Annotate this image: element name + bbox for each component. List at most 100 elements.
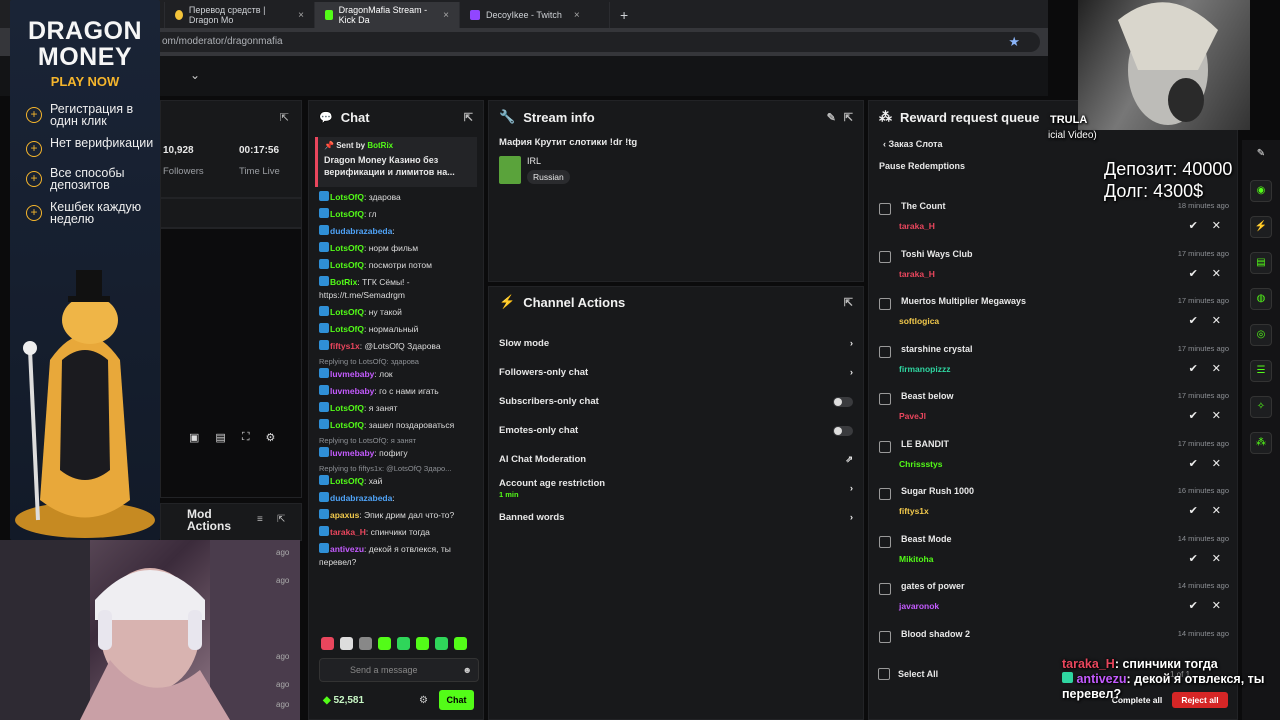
slow-mode-row[interactable]: Slow mode › [489, 329, 863, 358]
chat-message[interactable]: taraka_H: спинчики тогда [309, 524, 483, 541]
close-icon[interactable]: ✕ [1212, 314, 1221, 327]
chat-username[interactable]: fiftys1x [330, 341, 360, 351]
settings-icon[interactable]: ⚙ [266, 431, 276, 444]
banned-words-row[interactable]: Banned words › [489, 503, 863, 532]
tab-dragon-money[interactable]: Перевод средств | Dragon Mo × [165, 2, 315, 28]
chat-username[interactable]: luvmebaby [330, 386, 374, 396]
reward-checkbox[interactable] [879, 298, 891, 310]
check-icon[interactable]: ✔ [1189, 267, 1198, 280]
account-age-row[interactable]: Account age restriction 1 min › [489, 474, 863, 503]
close-icon[interactable]: ✕ [1212, 409, 1221, 422]
picture-in-picture-icon[interactable]: ▣ [189, 431, 199, 444]
fullscreen-icon[interactable]: ⛶ [242, 431, 250, 444]
reward-username[interactable]: Mikitoha [899, 554, 933, 564]
broadcast-icon[interactable]: ◎ [1250, 324, 1272, 346]
chat-username[interactable]: LotsOfQ [330, 324, 364, 334]
chat-icon[interactable]: ◍ [1250, 288, 1272, 310]
chat-message[interactable]: luvmebaby: лок [309, 366, 483, 383]
chat-username[interactable]: antivezu [330, 544, 364, 554]
emote-icon[interactable] [340, 637, 353, 650]
chat-message[interactable]: antivezu: декой я отвлекся, ты перевел? [309, 541, 483, 571]
filter-icon[interactable]: ≡ [257, 514, 263, 525]
chat-message[interactable]: LotsOfQ: гл [309, 206, 483, 223]
reward-username[interactable]: PaveJl [899, 411, 926, 421]
new-tab-button[interactable]: + [610, 2, 638, 28]
reward-checkbox[interactable] [879, 345, 891, 358]
chat-message[interactable]: LotsOfQ: норм фильм [309, 240, 483, 257]
emote-icon[interactable] [321, 637, 334, 650]
reward-username[interactable]: taraka_H [899, 269, 935, 279]
check-icon[interactable]: ✔ [1189, 552, 1198, 565]
chat-message[interactable]: apaxus: Эпик дрим дал что-то? [309, 507, 483, 524]
close-icon[interactable]: × [298, 10, 304, 21]
chat-username[interactable]: BotRix [330, 277, 357, 287]
settings-icon[interactable]: ⚙ [419, 695, 428, 706]
check-icon[interactable]: ✔ [1189, 599, 1198, 612]
popout-icon[interactable]: ⇱ [280, 111, 289, 124]
reward-username[interactable]: Chrissstys [899, 459, 942, 469]
emote-icon[interactable] [435, 637, 448, 650]
chat-username[interactable]: dudabrazabeda [330, 226, 392, 236]
check-icon[interactable]: ✔ [1189, 504, 1198, 517]
chat-message[interactable]: dudabrazabeda: [309, 490, 483, 507]
reward-username[interactable]: firmanopizzz [899, 364, 950, 374]
emote-icon[interactable] [378, 637, 391, 650]
bookmark-star-icon[interactable]: ★ [1008, 32, 1020, 52]
reward-username[interactable]: javaronok [899, 601, 939, 611]
chat-username[interactable]: LotsOfQ [330, 420, 364, 430]
emote-icon[interactable] [454, 637, 467, 650]
emoji-icon[interactable]: ☻ [463, 659, 472, 681]
chat-username[interactable]: LotsOfQ [330, 243, 364, 253]
channel-points[interactable]: ◆ 52,581 [323, 695, 364, 706]
chat-message[interactable]: luvmebaby: го с нами игать [309, 383, 483, 400]
close-icon[interactable]: ✕ [1212, 267, 1221, 280]
chat-username[interactable]: luvmebaby [330, 369, 374, 379]
chat-username[interactable]: LotsOfQ [330, 260, 364, 270]
chat-username[interactable]: taraka_H [330, 527, 366, 537]
edit-icon[interactable]: ✎ [1250, 144, 1272, 166]
chat-username[interactable]: LotsOfQ [330, 476, 364, 486]
chat-message[interactable]: LotsOfQ: ну такой [309, 304, 483, 321]
reward-checkbox[interactable] [879, 583, 891, 595]
pinned-message[interactable]: 📌 Sent by BotRix Dragon Money Казино без… [315, 137, 477, 187]
close-icon[interactable]: ✕ [1212, 504, 1221, 517]
reward-checkbox[interactable] [879, 203, 891, 215]
chat-username[interactable]: LotsOfQ [330, 192, 364, 202]
check-icon[interactable]: ✔ [1189, 219, 1198, 232]
gift-icon[interactable]: ⁂ [1250, 432, 1272, 454]
reward-checkbox[interactable] [879, 440, 891, 453]
chevron-down-icon[interactable]: ⌄ [190, 68, 200, 82]
reward-username[interactable]: fiftys1x [899, 506, 929, 516]
reward-checkbox[interactable] [879, 488, 891, 500]
emote-icon[interactable] [359, 637, 372, 650]
check-icon[interactable]: ✔ [1189, 409, 1198, 422]
close-icon[interactable]: × [574, 10, 580, 21]
send-chat-button[interactable]: Chat [439, 690, 474, 710]
url-field[interactable]: om/moderator/dragonmafia ★ [150, 32, 1040, 52]
edit-icon[interactable]: ✎ [827, 111, 836, 124]
theatre-icon[interactable]: ▤ [215, 431, 225, 444]
subscribers-only-toggle[interactable] [833, 396, 853, 407]
chat-message[interactable]: LotsOfQ: хай [309, 473, 483, 490]
chat-input[interactable]: Send a message ☻ [319, 658, 479, 682]
chat-username[interactable]: luvmebaby [330, 448, 374, 458]
reward-checkbox[interactable] [879, 630, 891, 643]
chat-username[interactable]: LotsOfQ [330, 403, 364, 413]
document-icon[interactable]: ▤ [1250, 252, 1272, 274]
select-all-checkbox[interactable] [878, 668, 890, 680]
reward-username[interactable]: softlogica [899, 316, 939, 326]
camera-icon[interactable]: ◉ [1250, 180, 1272, 202]
reward-checkbox[interactable] [879, 535, 891, 548]
tab-twitch[interactable]: DecoyIkee - Twitch × [460, 2, 610, 28]
chat-username[interactable]: dudabrazabeda [330, 493, 392, 503]
wrench-icon[interactable]: ✧ [1250, 396, 1272, 418]
popout-icon[interactable]: ⇱ [844, 111, 853, 124]
reward-checkbox[interactable] [879, 250, 891, 263]
chat-message[interactable]: LotsOfQ: нормальный [309, 321, 483, 338]
chat-message[interactable]: LotsOfQ: зашел поздароваться [309, 417, 483, 434]
close-icon[interactable]: ✕ [1212, 362, 1221, 375]
check-icon[interactable]: ✔ [1189, 457, 1198, 470]
chat-username[interactable]: LotsOfQ [330, 209, 364, 219]
popout-icon[interactable]: ⇱ [844, 296, 853, 309]
followers-only-row[interactable]: Followers-only chat › [489, 358, 863, 387]
